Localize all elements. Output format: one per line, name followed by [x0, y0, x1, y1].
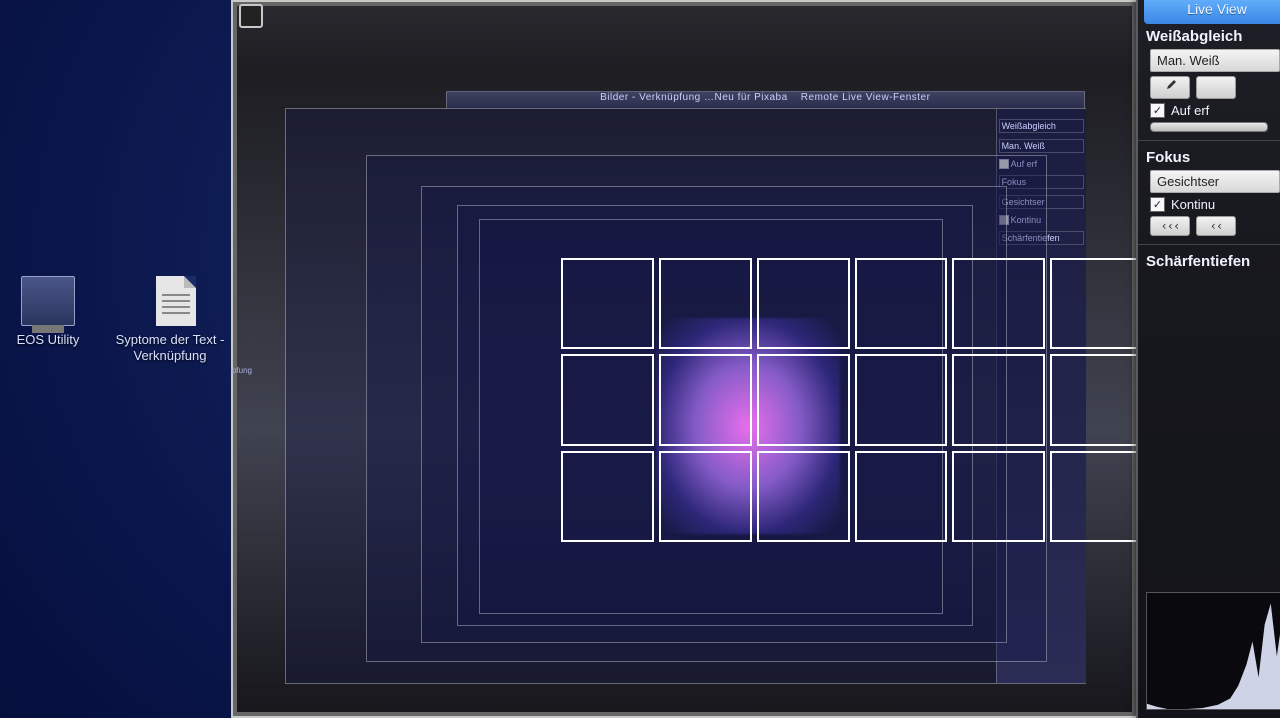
focus-mode-value: Gesichtser — [1157, 174, 1219, 189]
wb-extra-button[interactable] — [1196, 76, 1236, 99]
panel-divider — [1138, 244, 1280, 245]
kontinu-checkbox[interactable]: ✓ Kontinu — [1150, 197, 1280, 212]
nested-icon: Syptome der Text Verknüpfung — [231, 342, 252, 375]
nested-frame — [457, 205, 972, 626]
histogram-plot — [1147, 593, 1280, 709]
panel-divider — [1138, 140, 1280, 141]
eyedropper-button[interactable] — [1150, 76, 1190, 99]
nested-frame — [479, 219, 943, 614]
nested-frame — [366, 155, 1046, 662]
nested-frame: Bilder - Verknüpfung …Neu für Pixaba Rem… — [285, 108, 1085, 684]
nested-breadcrumb: Bilder - Verknüpfung …Neu für Pixaba — [600, 92, 788, 103]
window-sysmenu-icon[interactable] — [239, 4, 263, 28]
nested-icon: EOS Utility — [231, 295, 252, 328]
desktop-background: EOS Utility Syptome der Text - Verknüpfu… — [0, 0, 1280, 718]
wb-mode-value: Man. Weiß — [1157, 53, 1220, 68]
eyedropper-icon — [1163, 82, 1177, 96]
histogram — [1146, 592, 1280, 710]
checkbox-icon: ✓ — [1150, 103, 1165, 118]
live-view-tab-label: Live View — [1187, 1, 1247, 17]
focus-near-button[interactable]: ‹‹ — [1196, 216, 1236, 236]
desktop-icon-label: EOS Utility — [17, 332, 80, 347]
apply-to-captured-label: Auf erf — [1171, 103, 1209, 118]
focus-drive-buttons: ‹‹‹ ‹‹ — [1150, 216, 1280, 236]
kontinu-label: Kontinu — [1171, 197, 1215, 212]
wb-mode-dropdown[interactable]: Man. Weiß — [1150, 49, 1280, 72]
control-panel: Live View Weißabgleich Man. Weiß ✓ Auf e… — [1136, 0, 1280, 718]
dof-section-header: Schärfentiefen — [1146, 253, 1280, 270]
nested-window-title: Bilder - Verknüpfung …Neu für Pixaba Rem… — [446, 91, 1085, 108]
live-view-viewport: Bilder - Verknüpfung …Neu für Pixaba Rem… — [231, 0, 1138, 718]
nested-icon-label: Syptome der Text Verknüpfung — [231, 366, 252, 375]
sensor-glow — [656, 318, 841, 534]
checkbox-icon: ✓ — [1150, 197, 1165, 212]
nested-frame — [421, 186, 1006, 643]
wb-adjust-slider[interactable] — [1150, 122, 1268, 132]
app-icon — [21, 276, 75, 326]
wb-tool-row — [1150, 76, 1280, 99]
desktop-icon-label: Syptome der Text - Verknüpfung — [116, 332, 225, 363]
document-icon — [156, 276, 196, 326]
dof-section: Schärfentiefen — [1138, 253, 1280, 270]
nested-wb-header: Weißabgleich — [999, 119, 1084, 133]
focus-section: Fokus Gesichtser ✓ Kontinu ‹‹‹ ‹‹ — [1138, 149, 1280, 236]
desktop-icon-shortcut[interactable]: Syptome der Text - Verknüpfung — [110, 276, 230, 364]
nested-desktop-icons: EOS Utility Syptome der Text Verknüpfung — [231, 281, 252, 389]
apply-to-captured-checkbox[interactable]: ✓ Auf erf — [1150, 103, 1280, 118]
focus-far-button[interactable]: ‹‹‹ — [1150, 216, 1190, 236]
focus-section-header: Fokus — [1146, 149, 1280, 166]
wb-section-header: Weißabgleich — [1146, 28, 1280, 45]
focus-mode-dropdown[interactable]: Gesichtser — [1150, 170, 1280, 193]
nested-title-text: Remote Live View-Fenster — [801, 92, 931, 103]
wb-section: Weißabgleich Man. Weiß ✓ Auf erf — [1138, 28, 1280, 132]
desktop-icon-eos-utility[interactable]: EOS Utility — [0, 276, 108, 348]
live-view-tab[interactable]: Live View — [1144, 0, 1280, 24]
nested-wb-mode: Man. Weiß — [999, 139, 1084, 153]
